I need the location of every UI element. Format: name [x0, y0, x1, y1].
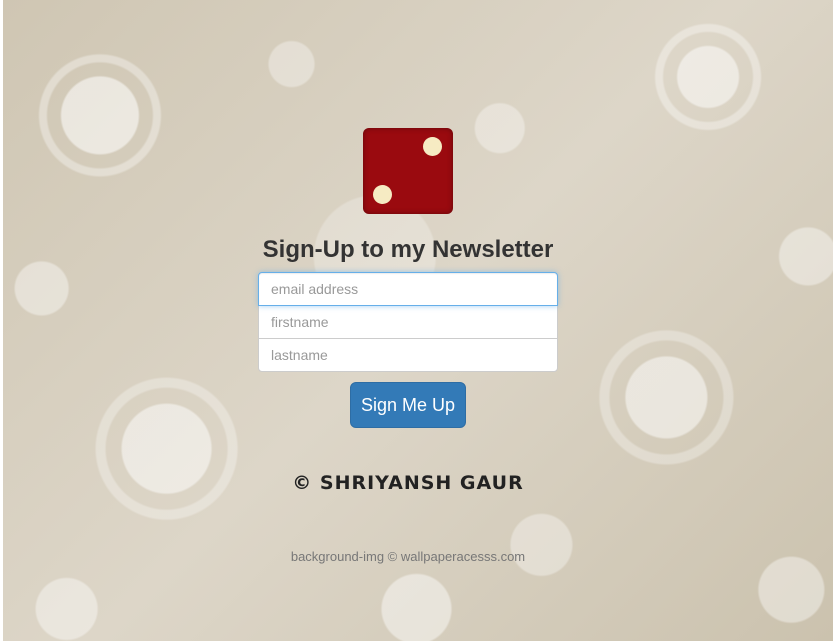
signup-container: Sign-Up to my Newsletter Sign Me Up © SH…: [0, 0, 833, 641]
email-field[interactable]: [258, 272, 558, 306]
page-title: Sign-Up to my Newsletter: [262, 236, 554, 263]
dice-icon: [363, 128, 453, 214]
background-credit: background-img © wallpaperacesss.com: [290, 549, 526, 564]
lastname-field[interactable]: [258, 338, 558, 372]
signup-form: [258, 272, 558, 372]
page-background: { "logo": { "icon": "dice-icon", "color"…: [0, 0, 833, 641]
sign-me-up-button[interactable]: Sign Me Up: [350, 382, 466, 428]
firstname-field[interactable]: [258, 305, 558, 339]
dice-pip: [373, 185, 392, 204]
copyright-text: © SHRIYANSH GAUR: [292, 472, 524, 494]
dice-pip: [423, 137, 442, 156]
